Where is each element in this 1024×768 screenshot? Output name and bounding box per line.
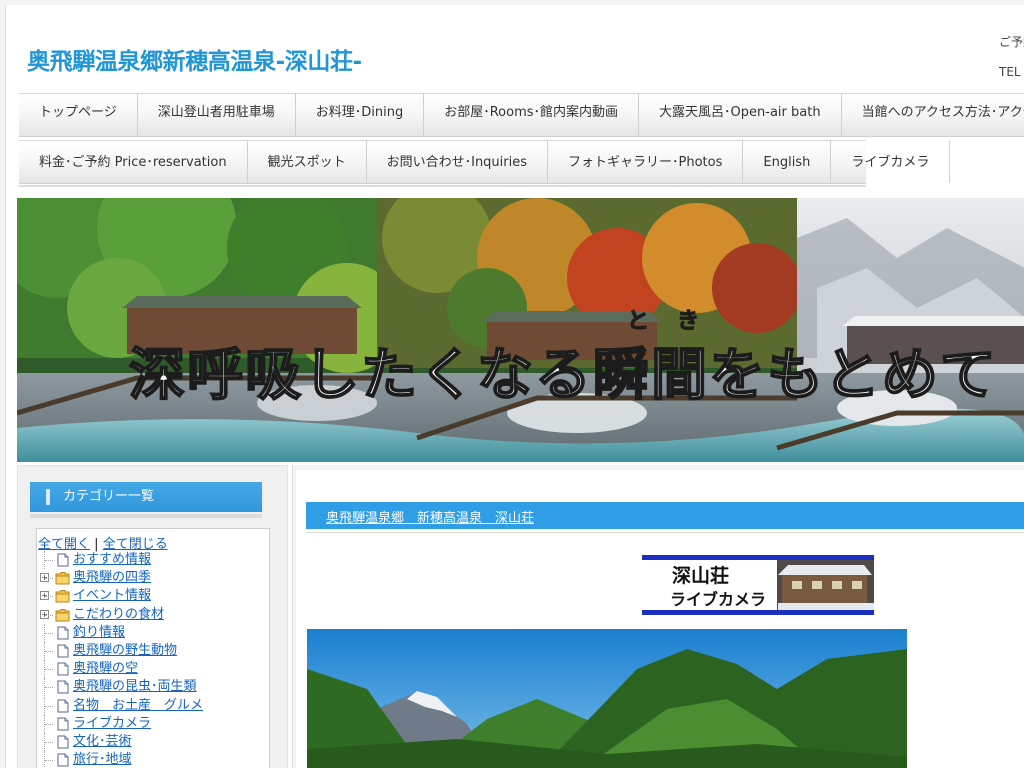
nav-inquiries[interactable]: お問い合わせ･Inquiries [367, 141, 549, 183]
reservation-label: ご予約 [999, 35, 1024, 49]
article-title-bar: 奥飛騨温泉郷 新穂高温泉 深山荘 [306, 502, 1024, 529]
nav-sightseeing[interactable]: 観光スポット [248, 141, 367, 183]
page-icon [57, 735, 69, 749]
mountain-photo [307, 629, 907, 768]
nav-top-page[interactable]: トップページ [19, 94, 138, 136]
hero-banner: 深呼吸したくなる瞬間をもとめて と き [17, 198, 1024, 462]
category-item-label[interactable]: 釣り情報 [73, 624, 125, 642]
toolbar-separator: | [94, 537, 99, 552]
nav-open-air-bath[interactable]: 大露天風呂･Open-air bath [639, 94, 842, 136]
main-nav-row-2: 料金･ご予約 Price･reservation 観光スポット お問い合わせ･I… [19, 140, 951, 184]
close-all-link[interactable]: 全て閉じる [103, 537, 168, 552]
mountain-photo-image [307, 629, 907, 768]
category-item[interactable]: + 奥飛騨の四季 [37, 569, 269, 587]
category-item[interactable]: + イベント情報 [37, 587, 269, 605]
page-icon [57, 680, 69, 694]
page-icon [57, 699, 69, 713]
category-item-label[interactable]: 奥飛騨の昆虫･両生類 [73, 678, 197, 696]
folder-icon [55, 608, 70, 622]
nav-photo-gallery[interactable]: フォトギャラリー･Photos [548, 141, 744, 183]
category-item-label[interactable]: 奥飛騨の空 [73, 660, 138, 678]
category-item[interactable]: 奥飛騨の野生動物 [37, 642, 269, 660]
tree-branch [45, 651, 53, 653]
sidebar: カテゴリー一覧 全て開く | 全て閉じる おすすめ情報 + 奥飛騨の四季 + イベント情… [17, 465, 288, 768]
category-item-label[interactable]: 奥飛騨の四季 [73, 569, 151, 587]
live-banner-subtitle: ライブカメラ [670, 590, 766, 609]
page-icon [57, 662, 69, 676]
main-nav-row-1: トップページ 深山登山者用駐車場 お料理･Dining お部屋･Rooms･館内… [19, 93, 1024, 137]
hero-ruby-ki: き [677, 308, 699, 334]
category-item[interactable]: 奥飛騨の空 [37, 660, 269, 679]
main-content: 奥飛騨温泉郷 新穂高温泉 深山荘 深山荘 ライブカメラ [292, 465, 1024, 768]
tree-branch [45, 632, 53, 635]
page: 奥飛騨温泉郷新穂高温泉-深山荘- ご予約 TEL トップページ 深山登山者用駐車… [5, 5, 1024, 768]
tree-branch [45, 596, 53, 598]
nav-parking[interactable]: 深山登山者用駐車場 [138, 94, 296, 136]
nav-live-camera[interactable]: ライブカメラ [831, 141, 951, 183]
tel-label: TEL [999, 65, 1021, 79]
contact-info: ご予約 TEL [999, 27, 1024, 87]
category-item-label[interactable]: 名物 お土産 グルメ [73, 697, 203, 715]
open-all-link[interactable]: 全て開く [38, 537, 90, 552]
category-item-label[interactable]: こだわりの食材 [73, 606, 164, 624]
nav-access[interactable]: 当館へのアクセス方法･アクセス動画 [842, 94, 1024, 136]
live-banner-title: 深山荘 [672, 564, 729, 587]
category-header-shadow [30, 514, 262, 518]
page-icon [57, 644, 69, 658]
category-tree: 全て開く | 全て閉じる おすすめ情報 + 奥飛騨の四季 + イベント情報 + こだわりの食… [36, 528, 270, 768]
category-item[interactable]: + こだわりの食材 [37, 606, 269, 624]
category-item[interactable]: 奥飛騨の昆虫･両生類 [37, 678, 269, 697]
nav-price-reservation[interactable]: 料金･ご予約 Price･reservation [19, 141, 248, 183]
category-item[interactable]: おすすめ情報 [37, 551, 269, 569]
content-panel: 奥飛騨温泉郷 新穂高温泉 深山荘 深山荘 ライブカメラ [296, 470, 1024, 768]
category-item[interactable]: 釣り情報 [37, 623, 269, 642]
tree-branch [45, 760, 53, 762]
site-title[interactable]: 奥飛騨温泉郷新穂高温泉-深山荘- [27, 42, 362, 76]
page-icon [57, 717, 69, 731]
tree-branch [45, 687, 53, 689]
folder-icon [55, 590, 70, 603]
nav-rooms[interactable]: お部屋･Rooms･館内案内動画 [424, 94, 640, 136]
category-item-label[interactable]: 奥飛騨の野生動物 [73, 642, 177, 660]
page-icon [57, 553, 69, 567]
live-camera-banner[interactable]: 深山荘 ライブカメラ [642, 555, 874, 615]
tree-branch [45, 669, 53, 671]
category-item[interactable]: 名物 お土産 グルメ [37, 696, 269, 715]
tree-branch [45, 705, 53, 708]
hero-ruby-to: と [627, 308, 649, 334]
tree-branch [45, 614, 53, 617]
page-icon [57, 626, 69, 640]
nav-dining[interactable]: お料理･Dining [296, 94, 425, 136]
header-bar-icon [46, 489, 50, 505]
category-item-label[interactable]: イベント情報 [73, 587, 151, 605]
nav-english[interactable]: English [743, 141, 832, 183]
live-camera-banner-image: 深山荘 ライブカメラ [642, 555, 874, 615]
category-item[interactable]: 旅行･地域 [37, 751, 269, 768]
page-icon [57, 753, 69, 767]
category-item[interactable]: 文化･芸術 [37, 733, 269, 751]
tree-branch [45, 742, 53, 744]
folder-icon [55, 572, 70, 585]
tree-branch [45, 560, 53, 562]
article-title-link[interactable]: 奥飛騨温泉郷 新穂高温泉 深山荘 [326, 507, 534, 526]
nav-divider [19, 185, 866, 187]
category-item-label[interactable]: おすすめ情報 [73, 551, 151, 569]
category-item[interactable]: ライブカメラ [37, 714, 269, 733]
category-item-label[interactable]: ライブカメラ [73, 715, 151, 733]
category-header: カテゴリー一覧 [30, 482, 262, 512]
category-item-label[interactable]: 旅行･地域 [73, 751, 132, 768]
tree-branch [45, 723, 53, 726]
hero-tagline: 深呼吸したくなる瞬間をもとめて [129, 342, 998, 408]
category-item-label[interactable]: 文化･芸術 [73, 733, 132, 751]
tree-toolbar: 全て開く | 全て閉じる [38, 533, 168, 552]
hero-image: 深呼吸したくなる瞬間をもとめて と き [17, 198, 1024, 462]
category-title: カテゴリー一覧 [63, 489, 155, 504]
title-divider [306, 532, 1024, 533]
tree-branch [45, 578, 53, 580]
